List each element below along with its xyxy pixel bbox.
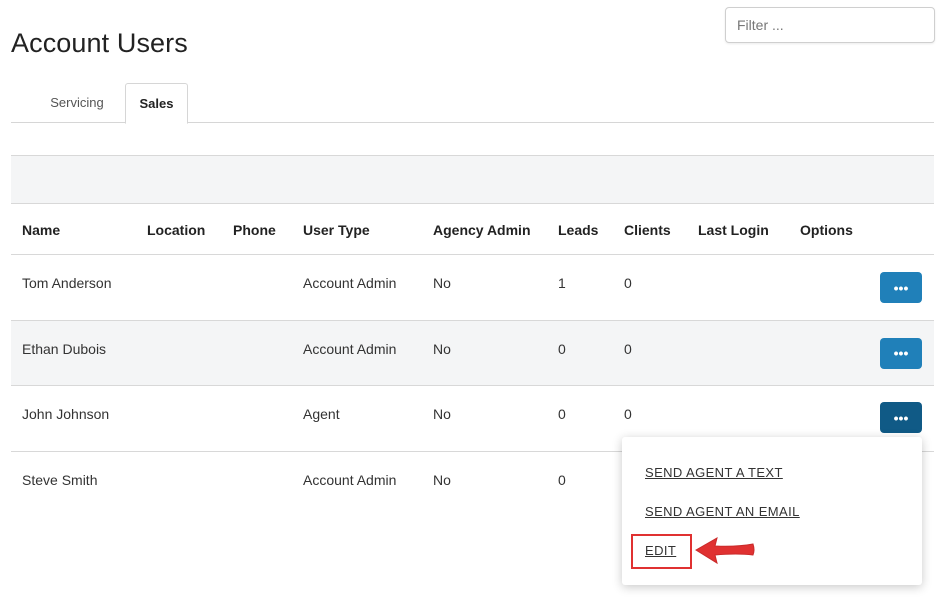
options-dropdown-menu: SEND AGENT A TEXT SEND AGENT AN EMAIL ED… [622, 437, 922, 585]
options-button[interactable]: ••• [880, 272, 922, 303]
header-leads[interactable]: Leads [558, 204, 598, 256]
cell-user-type: Account Admin [303, 275, 397, 291]
cell-leads: 0 [558, 340, 566, 357]
menu-item-edit[interactable]: EDIT [645, 543, 676, 558]
table-row: Tom Anderson Account Admin No 1 0 ••• [11, 255, 934, 321]
tab-servicing[interactable]: Servicing [35, 83, 119, 123]
cell-name: Steve Smith [22, 471, 98, 488]
header-user-type[interactable]: User Type [303, 204, 370, 256]
arrow-left-icon [695, 536, 755, 565]
options-button-active[interactable]: ••• [880, 402, 922, 433]
table-toolbar [11, 155, 934, 204]
cell-agency-admin: No [433, 471, 451, 488]
cell-clients: 0 [624, 275, 632, 291]
page-title: Account Users [11, 28, 188, 58]
header-location[interactable]: Location [147, 204, 205, 256]
cell-user-type: Account Admin [303, 471, 397, 488]
header-name[interactable]: Name [22, 204, 60, 256]
cell-clients: 0 [624, 340, 632, 357]
header-phone[interactable]: Phone [233, 204, 276, 256]
menu-item-send-text[interactable]: SEND AGENT A TEXT [645, 465, 783, 480]
table-header: Name Location Phone User Type Agency Adm… [11, 204, 934, 255]
cell-agency-admin: No [433, 340, 451, 357]
cell-name: John Johnson [22, 406, 110, 422]
filter-input[interactable] [725, 7, 935, 43]
cell-agency-admin: No [433, 406, 451, 422]
options-button[interactable]: ••• [880, 337, 922, 369]
cell-clients: 0 [624, 406, 632, 422]
cell-user-type: Account Admin [303, 340, 397, 357]
menu-item-send-email[interactable]: SEND AGENT AN EMAIL [645, 504, 800, 519]
cell-leads: 0 [558, 406, 566, 422]
cell-leads: 1 [558, 275, 566, 291]
tab-bar: Servicing Sales [11, 83, 934, 124]
cell-name: Tom Anderson [22, 275, 112, 291]
cell-name: Ethan Dubois [22, 340, 107, 357]
header-clients[interactable]: Clients [624, 204, 671, 256]
header-agency-admin[interactable]: Agency Admin [433, 204, 531, 256]
cell-agency-admin: No [433, 275, 451, 291]
header-options: Options [800, 222, 853, 238]
table-row: Ethan Dubois Account Admin No 0 0 ••• [11, 320, 934, 386]
tab-sales[interactable]: Sales [125, 83, 188, 124]
cell-leads: 0 [558, 471, 566, 488]
cell-user-type: Agent [303, 406, 340, 422]
header-last-login[interactable]: Last Login [698, 204, 769, 256]
